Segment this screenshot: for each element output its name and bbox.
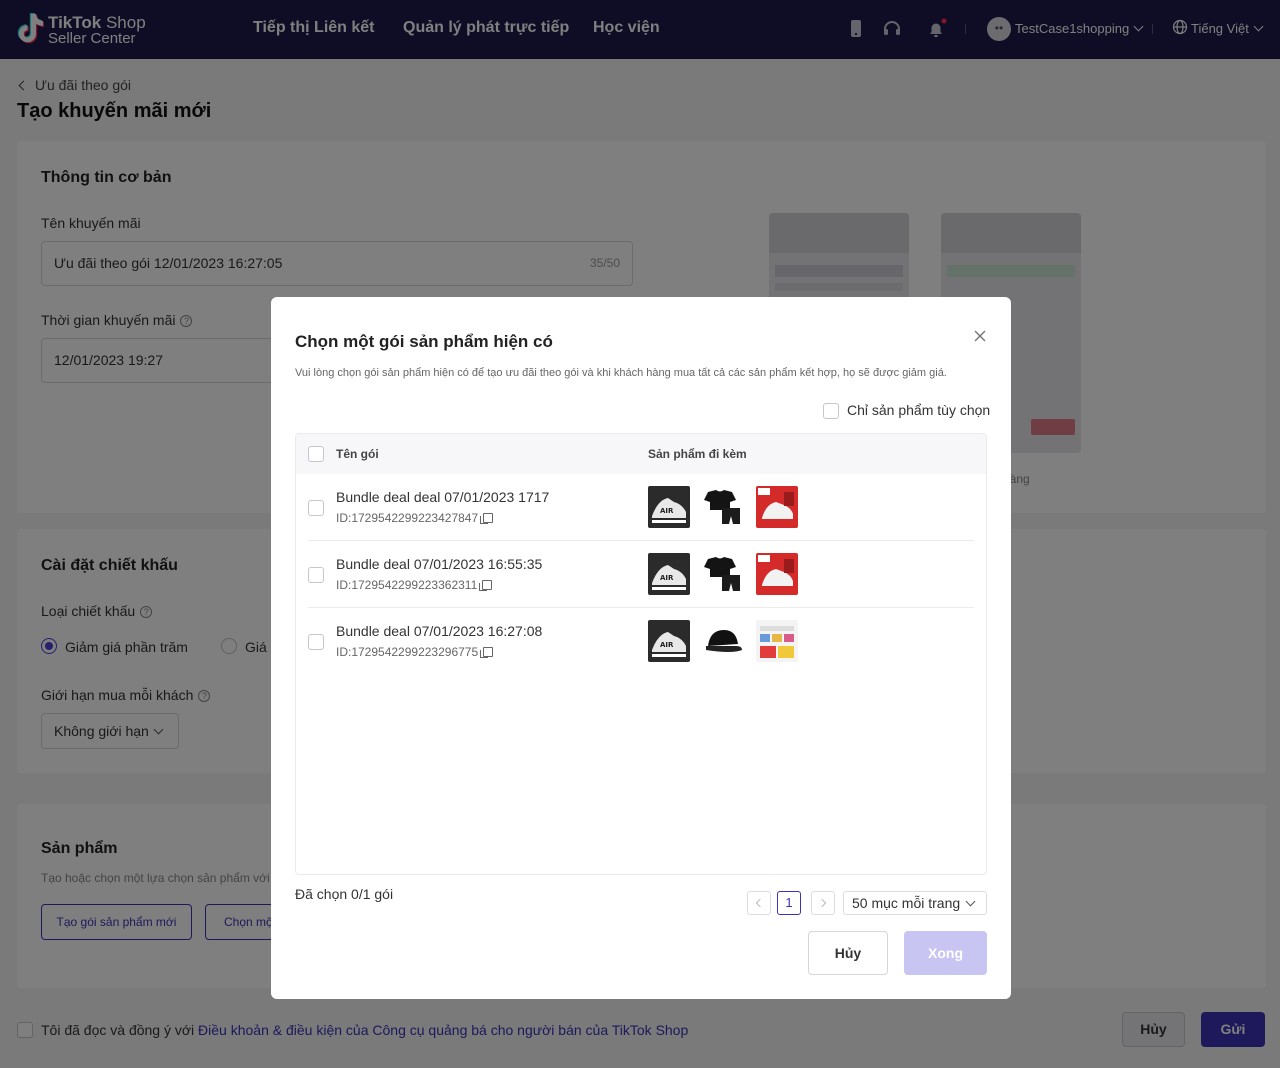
close-icon[interactable] [972, 328, 988, 344]
select-bundle-modal: Chọn một gói sản phẩm hiện có Vui lòng c… [271, 297, 1011, 999]
bundle-id: ID:1729542299223427847 [336, 511, 494, 525]
row-checkbox[interactable] [308, 500, 324, 516]
table-row[interactable]: Bundle deal deal 07/01/2023 1717 ID:1729… [296, 474, 986, 541]
product-thumb-tshirt-shorts [702, 553, 744, 595]
selected-count: Đã chọn 0/1 gói [295, 886, 394, 902]
table-header: Tên gói Sản phẩm đi kèm [296, 434, 986, 474]
row-checkbox[interactable] [308, 634, 324, 650]
product-thumb-sneaker: AIR [648, 486, 690, 528]
pagination-prev[interactable] [747, 891, 771, 915]
modal-description: Vui lòng chọn gói sản phẩm hiện có để tạ… [295, 367, 947, 379]
modal-done-button[interactable]: Xong [904, 931, 987, 975]
product-thumb-red-sneaker [756, 486, 798, 528]
column-header-products: Sản phẩm đi kèm [648, 447, 747, 461]
bundle-table: Tên gói Sản phẩm đi kèm Bundle deal deal… [295, 433, 987, 875]
product-thumb-tshirt-shorts [702, 486, 744, 528]
table-row[interactable]: Bundle deal 07/01/2023 16:27:08 ID:17295… [296, 608, 986, 675]
bundle-id: ID:1729542299223296775 [336, 645, 494, 659]
optional-only-checkbox[interactable] [823, 403, 839, 419]
bundle-name: Bundle deal 07/01/2023 16:55:35 [336, 556, 543, 572]
copy-icon[interactable] [480, 647, 494, 658]
svg-text:AIR: AIR [660, 507, 674, 515]
optional-only-toggle[interactable]: Chỉ sản phẩm tùy chọn [823, 402, 991, 419]
copy-icon[interactable] [479, 580, 493, 591]
copy-icon[interactable] [480, 513, 494, 524]
divider [308, 674, 974, 675]
product-thumb-sneaker: AIR [648, 553, 690, 595]
bundle-name: Bundle deal 07/01/2023 16:27:08 [336, 623, 543, 639]
product-thumb-red-sneaker [756, 553, 798, 595]
optional-only-label: Chỉ sản phẩm tùy chọn [847, 402, 991, 418]
product-thumb-cap [702, 620, 744, 662]
svg-text:AIR: AIR [660, 574, 674, 582]
chevron-down-icon [965, 896, 976, 907]
modal-title: Chọn một gói sản phẩm hiện có [295, 332, 553, 351]
per-page-select[interactable]: 50 mục mỗi trang [843, 891, 987, 915]
select-all-checkbox[interactable] [308, 446, 324, 462]
column-header-name: Tên gói [336, 447, 379, 461]
bundle-id: ID:1729542299223362311 [336, 578, 493, 592]
product-thumb-ad-banner [756, 620, 798, 662]
svg-text:AIR: AIR [660, 641, 674, 649]
modal-cancel-button[interactable]: Hủy [808, 931, 888, 975]
table-row[interactable]: Bundle deal 07/01/2023 16:55:35 ID:17295… [296, 541, 986, 608]
pagination-page[interactable]: 1 [777, 891, 801, 915]
product-thumb-sneaker: AIR [648, 620, 690, 662]
row-checkbox[interactable] [308, 567, 324, 583]
pagination-next[interactable] [811, 891, 835, 915]
bundle-name: Bundle deal deal 07/01/2023 1717 [336, 489, 550, 505]
